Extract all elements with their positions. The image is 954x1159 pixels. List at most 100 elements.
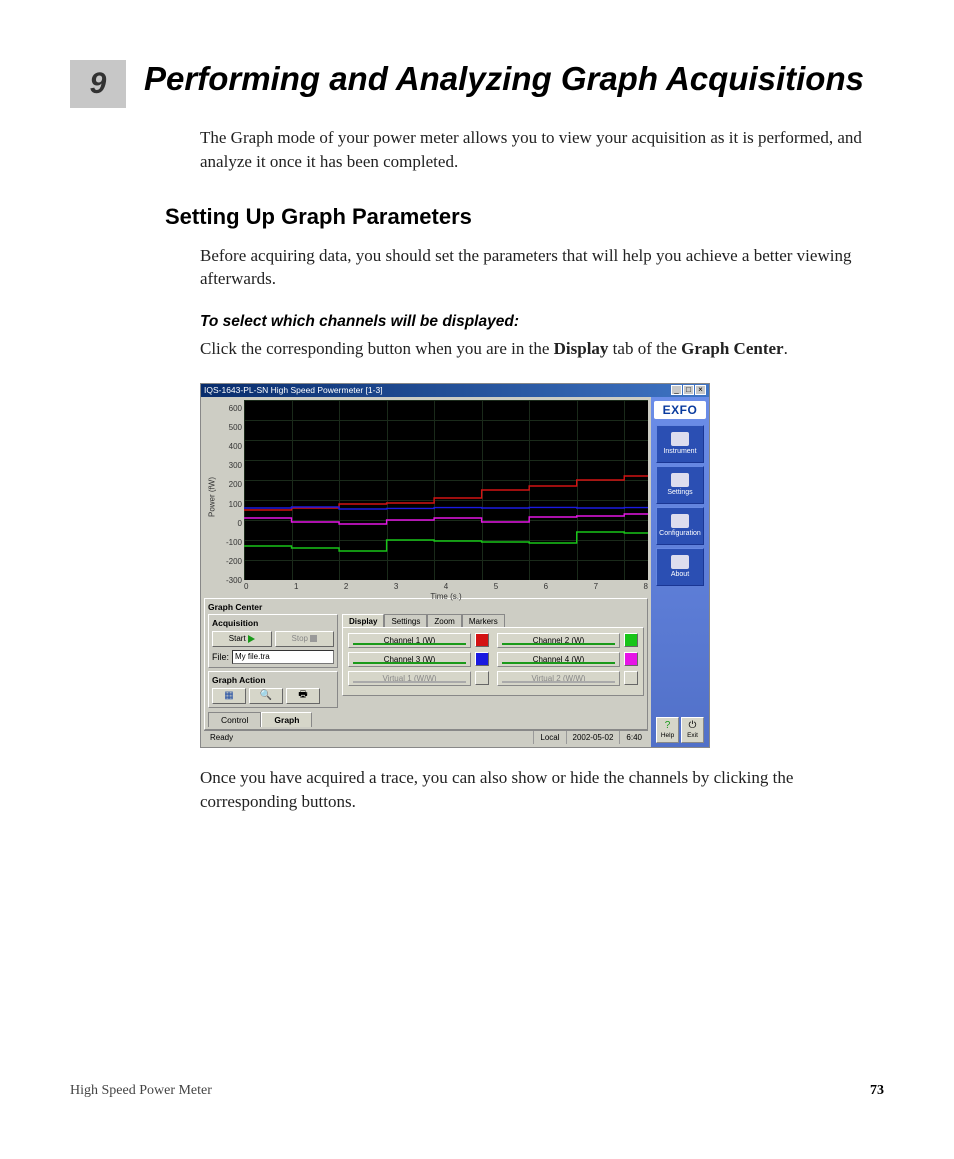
zoom-button[interactable]: 🔍 (249, 688, 283, 704)
x-tick: 3 (394, 582, 398, 591)
display-tabs-area: DisplaySettingsZoomMarkers Channel 1 (W)… (342, 614, 644, 708)
help-icon: ? (665, 720, 671, 731)
window-titlebar: IQS-1643-PL-SN High Speed Powermeter [1-… (201, 384, 709, 397)
grid-button[interactable]: ▦ (212, 688, 246, 704)
x-tick-labels: 012345678 (244, 580, 648, 591)
chapter-number: 9 (70, 60, 126, 108)
channel-button-3[interactable]: Channel 3 (W) (348, 652, 471, 667)
play-icon (248, 635, 255, 643)
instrument-icon (671, 432, 689, 446)
x-axis-label: Time (s.) (244, 592, 648, 601)
y-tick: 500 (229, 423, 242, 432)
x-tick: 0 (244, 582, 248, 591)
channel-color-swatch-2[interactable] (624, 633, 638, 647)
channel-button-4[interactable]: Channel 4 (W) (497, 652, 620, 667)
channel-color-swatch-6 (624, 671, 638, 685)
page-number: 73 (870, 1083, 884, 1099)
x-tick: 6 (544, 582, 548, 591)
text-fragment: tab of the (608, 339, 681, 358)
section-heading: Setting Up Graph Parameters (165, 204, 884, 230)
start-button-label: Start (229, 634, 246, 643)
y-tick: -300 (226, 576, 242, 585)
text-fragment: . (784, 339, 788, 358)
stop-button[interactable]: Stop (275, 631, 335, 647)
stop-button-label: Stop (292, 634, 308, 643)
status-mode: Local (533, 731, 565, 744)
sidebar-label: Settings (667, 489, 692, 496)
y-tick-labels: 6005004003002001000-100-200-300 (216, 400, 244, 595)
grid-icon: ▦ (224, 690, 233, 701)
printer-icon: 🖶 (298, 687, 307, 704)
settings-icon (671, 473, 689, 487)
display-tab-content: Channel 1 (W) Channel 2 (W) Channel 3 (W) C… (342, 627, 644, 696)
window-title: IQS-1643-PL-SN High Speed Powermeter [1-… (204, 385, 383, 395)
maximize-icon[interactable]: □ (683, 385, 694, 395)
tab-zoom[interactable]: Zoom (427, 614, 461, 627)
y-tick: 200 (229, 480, 242, 489)
start-button[interactable]: Start (212, 631, 272, 647)
sidebar-settings-button[interactable]: Settings (656, 466, 704, 504)
sidebar-configuration-button[interactable]: Configuration (656, 507, 704, 545)
file-label: File: (212, 652, 229, 662)
channel-color-swatch-3[interactable] (475, 652, 489, 666)
status-date: 2002-05-02 (566, 731, 620, 744)
y-tick: 600 (229, 404, 242, 413)
x-tick: 7 (594, 582, 598, 591)
y-tick: -200 (226, 557, 242, 566)
sidebar-label: Instrument (663, 448, 696, 455)
tab-control[interactable]: Control (208, 712, 261, 727)
y-axis-label: Power (fW) (208, 477, 217, 517)
exfo-logo: EXFO (654, 401, 706, 419)
graph-center-panel: Graph Center Acquisition Start Stop File (204, 598, 648, 730)
configuration-icon (671, 514, 689, 528)
print-button[interactable]: 🖶 (286, 688, 320, 704)
y-tick: 400 (229, 442, 242, 451)
text-fragment: Click the corresponding button when you … (200, 339, 554, 358)
status-bar: Ready Local 2002-05-02 6:40 (204, 730, 648, 744)
sidebar-about-button[interactable]: About (656, 548, 704, 586)
sidebar-label: About (671, 571, 689, 578)
chapter-title: Performing and Analyzing Graph Acquisiti… (144, 60, 864, 98)
after-screenshot-paragraph: Once you have acquired a trace, you can … (200, 766, 884, 814)
bold-graph-center: Graph Center (681, 339, 783, 358)
acquisition-group: Acquisition Start Stop File: My file.tra (208, 614, 338, 668)
channel-button-2[interactable]: Channel 2 (W) (497, 633, 620, 648)
x-tick: 4 (444, 582, 448, 591)
minimize-icon[interactable]: _ (671, 385, 682, 395)
tab-settings[interactable]: Settings (384, 614, 427, 627)
procedure-heading: To select which channels will be display… (200, 313, 884, 331)
tab-display[interactable]: Display (342, 614, 384, 627)
y-tick: 100 (229, 500, 242, 509)
page-footer: High Speed Power Meter 73 (70, 1083, 884, 1099)
x-tick: 8 (644, 582, 648, 591)
help-label: Help (661, 732, 674, 739)
channel-color-swatch-5 (475, 671, 489, 685)
y-tick: 300 (229, 461, 242, 470)
app-sidebar: EXFO Instrument Settings Configuration Abou… (651, 397, 709, 747)
close-icon[interactable]: × (695, 385, 706, 395)
file-input[interactable]: My file.tra (232, 650, 334, 664)
stop-icon (310, 635, 317, 642)
intro-paragraph: The Graph mode of your power meter allow… (200, 126, 884, 174)
tab-markers[interactable]: Markers (462, 614, 505, 627)
footer-product: High Speed Power Meter (70, 1083, 212, 1099)
x-tick: 2 (344, 582, 348, 591)
channel-color-swatch-1[interactable] (475, 633, 489, 647)
exit-button[interactable]: ⏻Exit (681, 717, 704, 743)
trace-channel-4-w- (244, 514, 648, 524)
graph-action-group: Graph Action ▦ 🔍 🖶 (208, 671, 338, 708)
trace-channel-2-w- (244, 532, 648, 551)
magnifier-icon: 🔍 (260, 690, 272, 701)
channel-color-swatch-4[interactable] (624, 652, 638, 666)
help-button[interactable]: ?Help (656, 717, 679, 743)
channel-button-5: Virtual 1 (W/W) (348, 671, 471, 686)
channel-button-1[interactable]: Channel 1 (W) (348, 633, 471, 648)
graph-center-label: Graph Center (208, 602, 644, 612)
chart-plot-area[interactable] (244, 400, 648, 580)
x-tick: 5 (494, 582, 498, 591)
sidebar-instrument-button[interactable]: Instrument (656, 425, 704, 463)
tab-graph[interactable]: Graph (261, 712, 312, 727)
graph-action-label: Graph Action (212, 675, 334, 685)
exit-label: Exit (687, 732, 698, 739)
status-ready: Ready (204, 731, 533, 744)
